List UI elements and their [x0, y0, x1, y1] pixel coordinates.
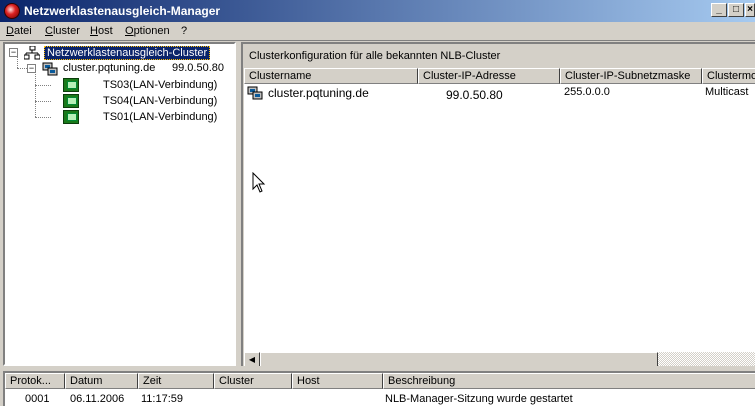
- column-header-log-id[interactable]: Protok...: [5, 373, 65, 389]
- cell-time: 11:17:59: [141, 393, 184, 405]
- cell-description: NLB-Manager-Sitzung wurde gestartet: [385, 393, 573, 405]
- horizontal-scrollbar[interactable]: ◀: [244, 352, 755, 366]
- column-header-host[interactable]: Host: [292, 373, 383, 389]
- collapse-icon[interactable]: −: [27, 64, 36, 73]
- cluster-icon: [42, 62, 58, 76]
- title-bar[interactable]: Netzwerklastenausgleich-Manager _ □ ×: [0, 0, 755, 22]
- cluster-list[interactable]: Clustername Cluster-IP-Adresse Cluster-I…: [244, 68, 755, 366]
- host-computer-icon: [63, 78, 79, 92]
- host-computer-icon: [63, 110, 79, 124]
- tree-host-label: TS03(LAN-Verbindung): [103, 79, 218, 91]
- tree-host[interactable]: TS03(LAN-Verbindung): [49, 78, 234, 92]
- minimize-button[interactable]: _: [711, 3, 727, 17]
- menu-cluster[interactable]: Cluster: [45, 25, 80, 37]
- scroll-thumb[interactable]: [260, 352, 658, 366]
- close-icon: ×: [747, 4, 753, 15]
- window-title: Netzwerklastenausgleich-Manager: [24, 4, 221, 18]
- tree-root[interactable]: − Netzwerklastenausgleich-Cluster: [7, 46, 234, 60]
- cell-cluster-ip: 99.0.50.80: [446, 88, 503, 102]
- column-header-clustername[interactable]: Clustername: [244, 68, 418, 84]
- host-computer-icon: [63, 94, 79, 108]
- menu-datei[interactable]: Datei: [6, 25, 32, 37]
- cell-date: 06.11.2006: [70, 393, 125, 405]
- arrow-left-icon: ◀: [248, 355, 256, 364]
- tree-cluster[interactable]: − cluster.pqtuning.de 99.0.50.80: [25, 62, 234, 76]
- column-header-subnet-mask[interactable]: Cluster-IP-Subnetzmaske: [560, 68, 702, 84]
- cell-log-id: 0001: [25, 393, 50, 405]
- column-header-cluster[interactable]: Cluster: [214, 373, 292, 389]
- tree-root-label[interactable]: Netzwerklastenausgleich-Cluster: [44, 46, 211, 60]
- log-list[interactable]: Protok... Datum Zeit Cluster Host Beschr…: [3, 371, 755, 406]
- column-header-cluster-ip[interactable]: Cluster-IP-Adresse: [418, 68, 560, 84]
- column-header-cluster-mode[interactable]: Clustermod: [702, 68, 755, 84]
- cell-subnet-mask: 255.0.0.0: [564, 86, 610, 98]
- collapse-icon[interactable]: −: [9, 48, 18, 57]
- tree-host[interactable]: TS01(LAN-Verbindung): [49, 110, 234, 124]
- mouse-cursor-icon: [252, 172, 266, 193]
- tree-host-label: TS04(LAN-Verbindung): [103, 95, 218, 107]
- column-header-time[interactable]: Zeit: [138, 373, 214, 389]
- cluster-config-panel: Clusterkonfiguration für alle bekannten …: [241, 42, 755, 366]
- column-header-date[interactable]: Datum: [65, 373, 138, 389]
- table-row[interactable]: 0001 06.11.2006 11:17:59 NLB-Manager-Sit…: [5, 390, 755, 406]
- tree-cluster-name: cluster.pqtuning.de: [63, 62, 156, 74]
- column-header-description[interactable]: Beschreibung: [383, 373, 755, 389]
- table-row[interactable]: cluster.pqtuning.de 99.0.50.80 255.0.0.0…: [244, 85, 755, 103]
- menu-bar: Datei Cluster Host Optionen ?: [0, 22, 755, 41]
- network-cluster-icon: [24, 46, 40, 60]
- menu-optionen[interactable]: Optionen: [125, 25, 170, 37]
- tree-cluster-ip: 99.0.50.80: [172, 62, 224, 74]
- menu-help[interactable]: ?: [181, 25, 187, 37]
- scroll-left-button[interactable]: ◀: [244, 352, 260, 366]
- menu-host[interactable]: Host: [90, 25, 113, 37]
- close-button[interactable]: ×: [745, 3, 755, 17]
- tree-host-label: TS01(LAN-Verbindung): [103, 111, 218, 123]
- cluster-tree[interactable]: − Netzwerklastenausgleich-Cluster − clus…: [3, 42, 236, 366]
- tree-host[interactable]: TS04(LAN-Verbindung): [49, 94, 234, 108]
- maximize-icon: □: [732, 4, 740, 15]
- cell-cluster-mode: Multicast: [705, 86, 749, 98]
- cluster-icon: [247, 86, 263, 100]
- nlb-manager-icon[interactable]: [4, 3, 20, 19]
- minimize-icon: _: [716, 4, 722, 15]
- maximize-button[interactable]: □: [728, 3, 744, 17]
- cluster-config-heading: Clusterkonfiguration für alle bekannten …: [249, 50, 501, 62]
- cell-clustername: cluster.pqtuning.de: [268, 86, 369, 100]
